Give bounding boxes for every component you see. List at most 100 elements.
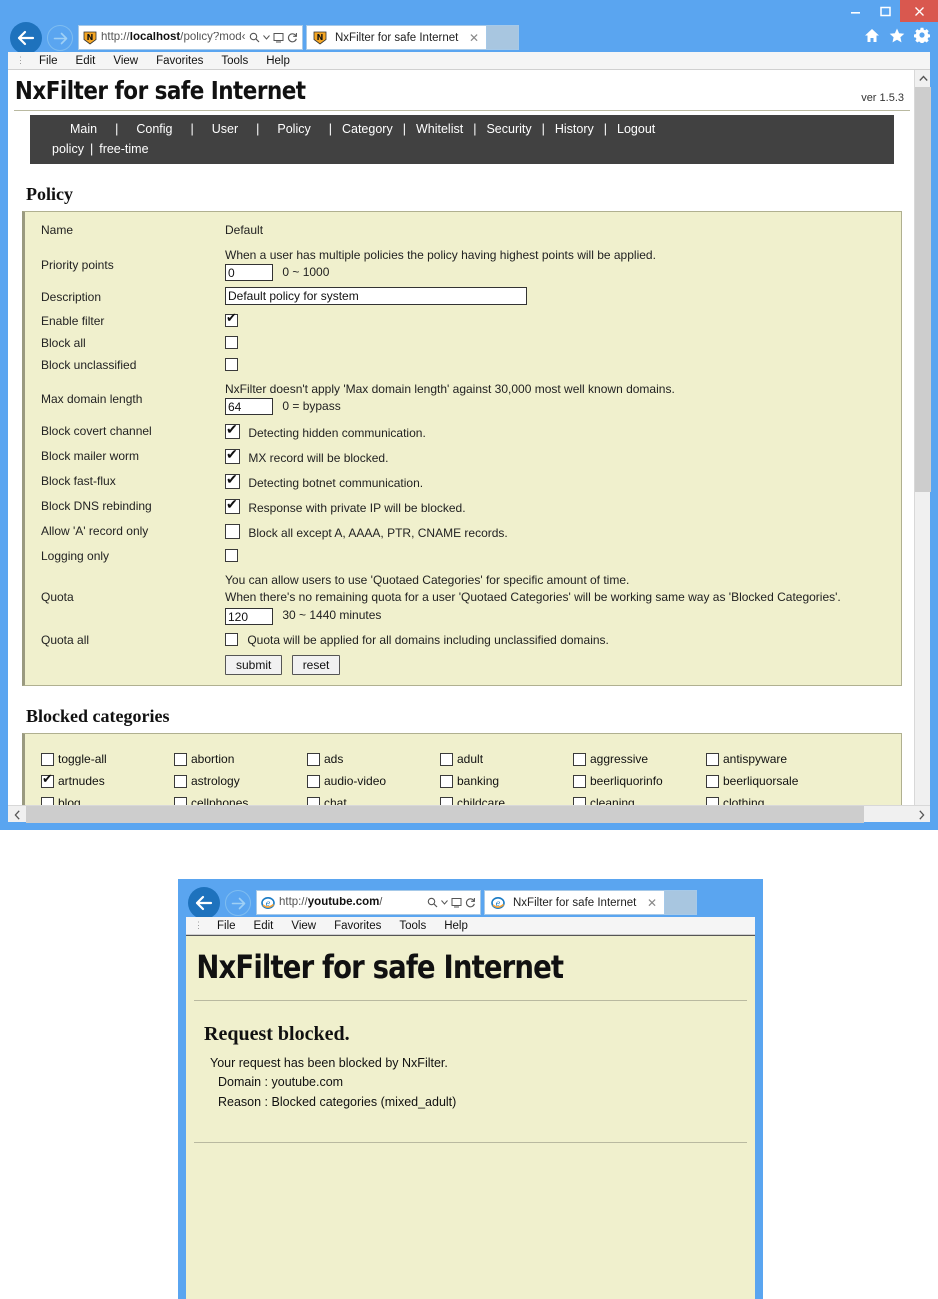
nav-item-user[interactable]: User — [200, 122, 250, 136]
category-checkbox[interactable] — [41, 772, 54, 788]
refresh-icon[interactable] — [465, 897, 476, 908]
category-item[interactable]: astrology — [174, 774, 307, 788]
enable-filter-checkbox[interactable] — [225, 311, 238, 327]
nav-sub-free-time[interactable]: free-time — [99, 142, 148, 156]
category-item[interactable]: aggressive — [573, 752, 706, 766]
form-row-name: Name Default — [25, 220, 901, 237]
vertical-scrollbar[interactable] — [914, 70, 931, 822]
category-item[interactable]: beerliquorsale — [706, 774, 839, 788]
category-toggle-all[interactable]: toggle-all — [41, 752, 174, 766]
scroll-right-icon[interactable] — [912, 806, 930, 823]
value-name: Default — [225, 223, 264, 237]
menu-favorites[interactable]: Favorites — [147, 55, 212, 67]
new-tab-button[interactable] — [487, 25, 519, 50]
category-item[interactable]: ads — [307, 752, 440, 766]
maximize-button[interactable] — [870, 0, 900, 22]
nav-item-policy[interactable]: Policy — [265, 122, 322, 136]
search-icon[interactable] — [427, 897, 438, 908]
refresh-icon[interactable] — [287, 32, 298, 43]
menu-edit[interactable]: Edit — [245, 920, 283, 932]
back-button[interactable] — [10, 22, 42, 54]
horizontal-scrollbar-thumb[interactable] — [26, 806, 864, 823]
category-checkbox[interactable] — [573, 752, 586, 766]
close-button[interactable] — [900, 0, 938, 22]
nav-item-logout[interactable]: Logout — [613, 122, 659, 136]
category-item[interactable]: banking — [440, 774, 573, 788]
menu-file[interactable]: File — [30, 55, 67, 67]
menu-tools[interactable]: Tools — [390, 920, 435, 932]
category-checkbox[interactable] — [706, 752, 719, 766]
scroll-left-icon[interactable] — [8, 806, 26, 823]
category-item[interactable]: antispyware — [706, 752, 839, 766]
tab-close-icon[interactable]: ✕ — [644, 896, 660, 910]
block-covert-channel-checkbox[interactable] — [225, 422, 240, 439]
vertical-scrollbar-thumb[interactable] — [915, 87, 931, 492]
nav-sub-policy[interactable]: policy — [52, 142, 84, 156]
gear-icon[interactable] — [914, 27, 930, 43]
category-checkbox[interactable] — [440, 752, 453, 766]
favorites-star-icon[interactable] — [889, 28, 905, 43]
menu-bar: ⋮ File Edit View Favorites Tools Help — [8, 52, 930, 70]
category-checkbox[interactable] — [573, 774, 586, 788]
category-checkbox[interactable] — [706, 774, 719, 788]
nav-item-security[interactable]: Security — [482, 122, 535, 136]
scroll-up-icon[interactable] — [915, 70, 931, 87]
chevron-down-icon[interactable] — [263, 34, 270, 41]
search-icon[interactable] — [249, 32, 260, 43]
toggle-all-checkbox[interactable] — [41, 752, 54, 766]
new-tab-button[interactable] — [665, 890, 697, 915]
address-bar[interactable]: e http://youtube.com/ — [256, 890, 481, 915]
tab-nxfilter[interactable]: N NxFilter for safe Internet ✕ — [306, 25, 487, 50]
tab-close-icon[interactable]: ✕ — [466, 31, 482, 45]
nav-item-whitelist[interactable]: Whitelist — [412, 122, 467, 136]
block-all-checkbox[interactable] — [225, 336, 238, 349]
quota-all-checkbox[interactable] — [225, 633, 238, 646]
category-checkbox[interactable] — [174, 752, 187, 766]
forward-button[interactable] — [225, 890, 251, 916]
nav-item-category[interactable]: Category — [338, 122, 397, 136]
category-checkbox[interactable] — [307, 752, 320, 766]
category-item[interactable]: artnudes — [41, 772, 174, 788]
minimize-button[interactable] — [840, 0, 870, 22]
category-checkbox[interactable] — [440, 774, 453, 788]
block-mailer-worm-checkbox[interactable] — [225, 447, 240, 464]
menu-view[interactable]: View — [282, 920, 325, 932]
block-fast-flux-checkbox[interactable] — [225, 472, 240, 489]
compatibility-view-icon[interactable] — [273, 32, 284, 43]
home-icon[interactable] — [864, 28, 880, 43]
address-bar[interactable]: N http://localhost/policy?mod‹ — [78, 25, 303, 50]
logging-only-checkbox[interactable] — [225, 549, 238, 562]
category-checkbox[interactable] — [307, 774, 320, 788]
nav-item-history[interactable]: History — [551, 122, 598, 136]
category-item[interactable]: audio-video — [307, 774, 440, 788]
menu-edit[interactable]: Edit — [67, 55, 105, 67]
priority-points-input[interactable] — [225, 264, 273, 281]
forward-button[interactable] — [47, 25, 73, 51]
menu-help[interactable]: Help — [257, 55, 299, 67]
description-input[interactable] — [225, 287, 527, 305]
menu-tools[interactable]: Tools — [212, 55, 257, 67]
back-button[interactable] — [188, 887, 220, 919]
submit-button[interactable]: submit — [225, 655, 283, 675]
menu-file[interactable]: File — [208, 920, 245, 932]
horizontal-scrollbar[interactable] — [8, 805, 930, 823]
category-checkbox[interactable] — [174, 774, 187, 788]
allow-a-record-only-checkbox[interactable] — [225, 524, 240, 539]
nav-item-main[interactable]: Main — [58, 122, 109, 136]
block-unclassified-checkbox[interactable] — [225, 358, 238, 371]
nav-item-config[interactable]: Config — [124, 122, 184, 136]
category-item[interactable]: adult — [440, 752, 573, 766]
category-item[interactable]: beerliquorinfo — [573, 774, 706, 788]
max-domain-length-input[interactable] — [225, 398, 273, 415]
menu-view[interactable]: View — [104, 55, 147, 67]
menu-help[interactable]: Help — [435, 920, 477, 932]
reset-button[interactable]: reset — [291, 655, 341, 675]
category-item[interactable]: abortion — [174, 752, 307, 766]
category-label: beerliquorsale — [723, 774, 799, 788]
compatibility-view-icon[interactable] — [451, 897, 462, 908]
quota-input[interactable] — [225, 608, 273, 625]
tab-nxfilter[interactable]: e NxFilter for safe Internet ✕ — [484, 890, 665, 915]
menu-favorites[interactable]: Favorites — [325, 920, 390, 932]
block-dns-rebinding-checkbox[interactable] — [225, 497, 240, 514]
chevron-down-icon[interactable] — [441, 899, 448, 906]
